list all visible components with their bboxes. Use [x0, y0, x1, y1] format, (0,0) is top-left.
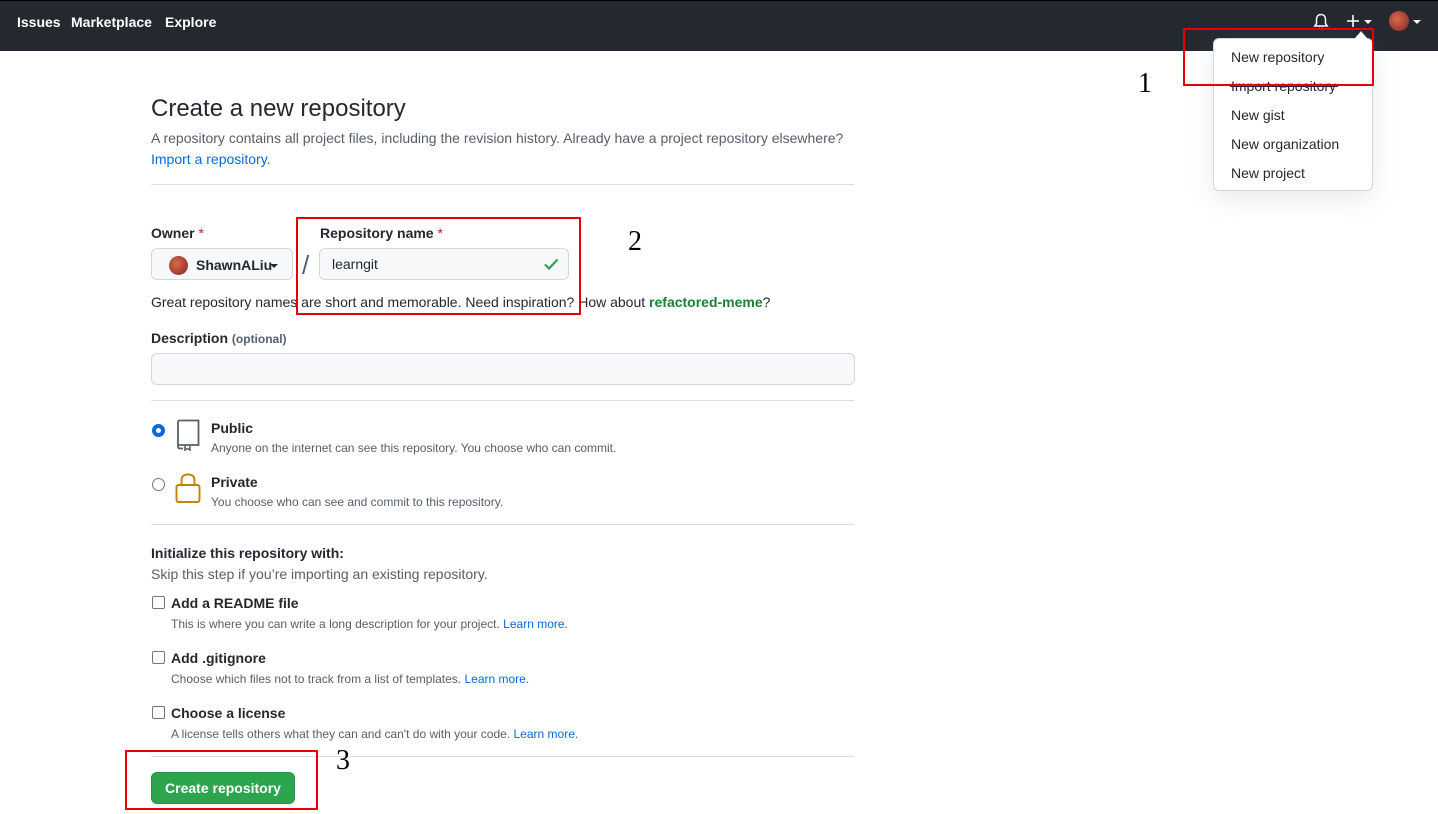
license-checkbox[interactable] — [152, 706, 165, 719]
readme-checkbox[interactable] — [152, 596, 165, 609]
gitignore-desc-text: Choose which files not to track from a l… — [171, 672, 462, 686]
readme-title: Add a README file — [171, 595, 299, 611]
readme-description: This is where you can write a long descr… — [171, 617, 568, 631]
initialize-subtitle: Skip this step if you’re importing an ex… — [151, 566, 488, 582]
readme-desc-text: This is where you can write a long descr… — [171, 617, 500, 631]
required-mark: * — [198, 225, 204, 241]
divider — [151, 400, 854, 401]
annotation-box-2 — [296, 217, 581, 315]
menu-new-project[interactable]: New project — [1231, 165, 1305, 181]
lock-icon — [175, 472, 201, 509]
description-input[interactable] — [151, 353, 855, 385]
gitignore-description: Choose which files not to track from a l… — [171, 672, 529, 686]
menu-new-organization[interactable]: New organization — [1231, 136, 1339, 152]
public-description: Anyone on the internet can see this repo… — [211, 441, 617, 455]
gitignore-learn-more-link[interactable]: Learn more. — [464, 672, 529, 686]
owner-label-text: Owner — [151, 225, 195, 241]
owner-select[interactable]: ShawnALiu — [151, 248, 293, 280]
public-radio[interactable] — [152, 424, 165, 437]
nav-issues[interactable]: Issues — [17, 14, 61, 30]
page-subtitle-text: A repository contains all project files,… — [151, 130, 844, 146]
avatar[interactable] — [1389, 11, 1409, 31]
step-number-3: 3 — [336, 745, 350, 776]
gitignore-title: Add .gitignore — [171, 650, 266, 666]
annotation-box-1 — [1183, 28, 1374, 86]
gitignore-checkbox[interactable] — [152, 651, 165, 664]
private-title: Private — [211, 474, 258, 490]
nav-explore[interactable]: Explore — [165, 14, 216, 30]
divider — [151, 524, 854, 525]
nav-marketplace[interactable]: Marketplace — [71, 14, 152, 30]
repo-icon — [175, 419, 201, 456]
page-title: Create a new repository — [151, 95, 406, 122]
menu-new-gist[interactable]: New gist — [1231, 107, 1285, 123]
description-label: Description (optional) — [151, 330, 287, 346]
license-description: A license tells others what they can and… — [171, 727, 578, 741]
import-repository-link[interactable]: Import a repository. — [151, 151, 271, 167]
license-title: Choose a license — [171, 705, 286, 721]
strike-line — [1230, 86, 1338, 87]
public-title: Public — [211, 420, 254, 436]
readme-learn-more-link[interactable]: Learn more. — [503, 617, 568, 631]
chevron-down-icon — [270, 264, 278, 268]
step-number-1: 1 — [1138, 68, 1152, 99]
step-number-2: 2 — [628, 226, 642, 257]
license-learn-more-link[interactable]: Learn more. — [514, 727, 579, 741]
optional-tag: (optional) — [231, 332, 287, 346]
page-subtitle: A repository contains all project files,… — [151, 130, 843, 172]
initialize-title: Initialize this repository with: — [151, 545, 344, 561]
description-label-text: Description — [151, 330, 229, 346]
plus-caret-icon[interactable] — [1364, 20, 1372, 24]
owner-name: ShawnALiu — [196, 257, 273, 273]
name-suggestion-link[interactable]: refactored-meme — [649, 294, 763, 310]
private-radio[interactable] — [152, 478, 165, 491]
private-description: You choose who can see and commit to thi… — [211, 495, 504, 509]
owner-avatar — [169, 256, 188, 275]
owner-label: Owner * — [151, 225, 204, 241]
hint-suffix: ? — [762, 294, 771, 310]
annotation-box-3 — [125, 750, 318, 810]
divider — [151, 184, 854, 185]
license-desc-text: A license tells others what they can and… — [171, 727, 511, 741]
avatar-caret-icon[interactable] — [1413, 20, 1421, 24]
